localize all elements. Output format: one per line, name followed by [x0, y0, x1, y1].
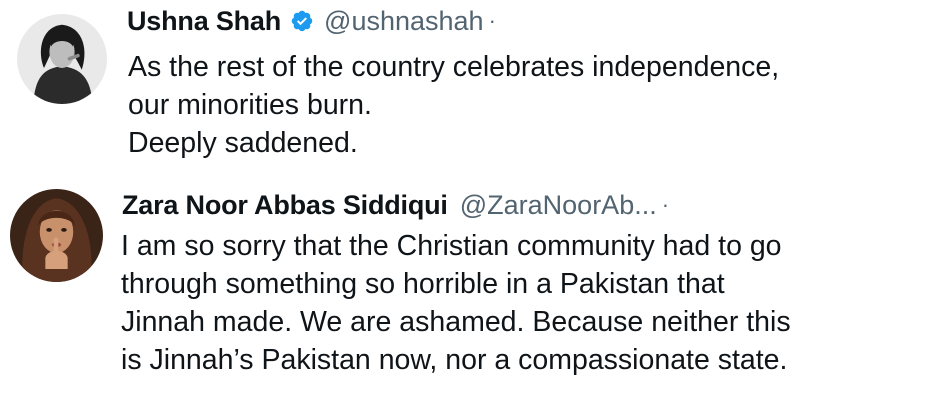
profile-avatar-icon	[17, 14, 107, 104]
tweet-text-line: Deeply saddened.	[128, 127, 358, 159]
tweet-text: As the rest of the country celebrates in…	[128, 48, 779, 162]
tweet[interactable]: Ushna Shah @ushnashah · As the rest of t…	[0, 0, 952, 180]
tweet-text-line: our minorities burn.	[128, 89, 372, 121]
user-handle[interactable]: @ushnashah	[324, 6, 484, 37]
verified-badge-icon	[290, 9, 314, 33]
profile-avatar-icon	[10, 189, 103, 282]
tweet-text: I am so sorry that the Christian communi…	[121, 227, 791, 379]
user-handle[interactable]: @ZaraNoorAb...	[460, 190, 657, 221]
tweet-text-line: I am so sorry that the Christian communi…	[121, 230, 782, 262]
tweet-header: Ushna Shah @ushnashah ·	[127, 4, 496, 38]
user-avatar[interactable]	[17, 14, 107, 104]
display-name[interactable]: Ushna Shah	[127, 6, 281, 37]
tweet-text-line: through something so horrible in a Pakis…	[121, 268, 725, 300]
tweet-text-line: is Jinnah’s Pakistan now, nor a compassi…	[121, 344, 788, 376]
tweet-header: Zara Noor Abbas Siddiqui @ZaraNoorAb... …	[122, 188, 669, 222]
tweet[interactable]: Zara Noor Abbas Siddiqui @ZaraNoorAb... …	[0, 180, 952, 407]
tweet-text-line: As the rest of the country celebrates in…	[128, 51, 780, 83]
tweet-text-line: Jinnah made. We are ashamed. Because nei…	[121, 306, 791, 338]
user-avatar[interactable]	[10, 189, 103, 282]
separator-dot: ·	[488, 8, 496, 33]
separator-dot: ·	[661, 192, 670, 217]
display-name[interactable]: Zara Noor Abbas Siddiqui	[122, 190, 448, 221]
